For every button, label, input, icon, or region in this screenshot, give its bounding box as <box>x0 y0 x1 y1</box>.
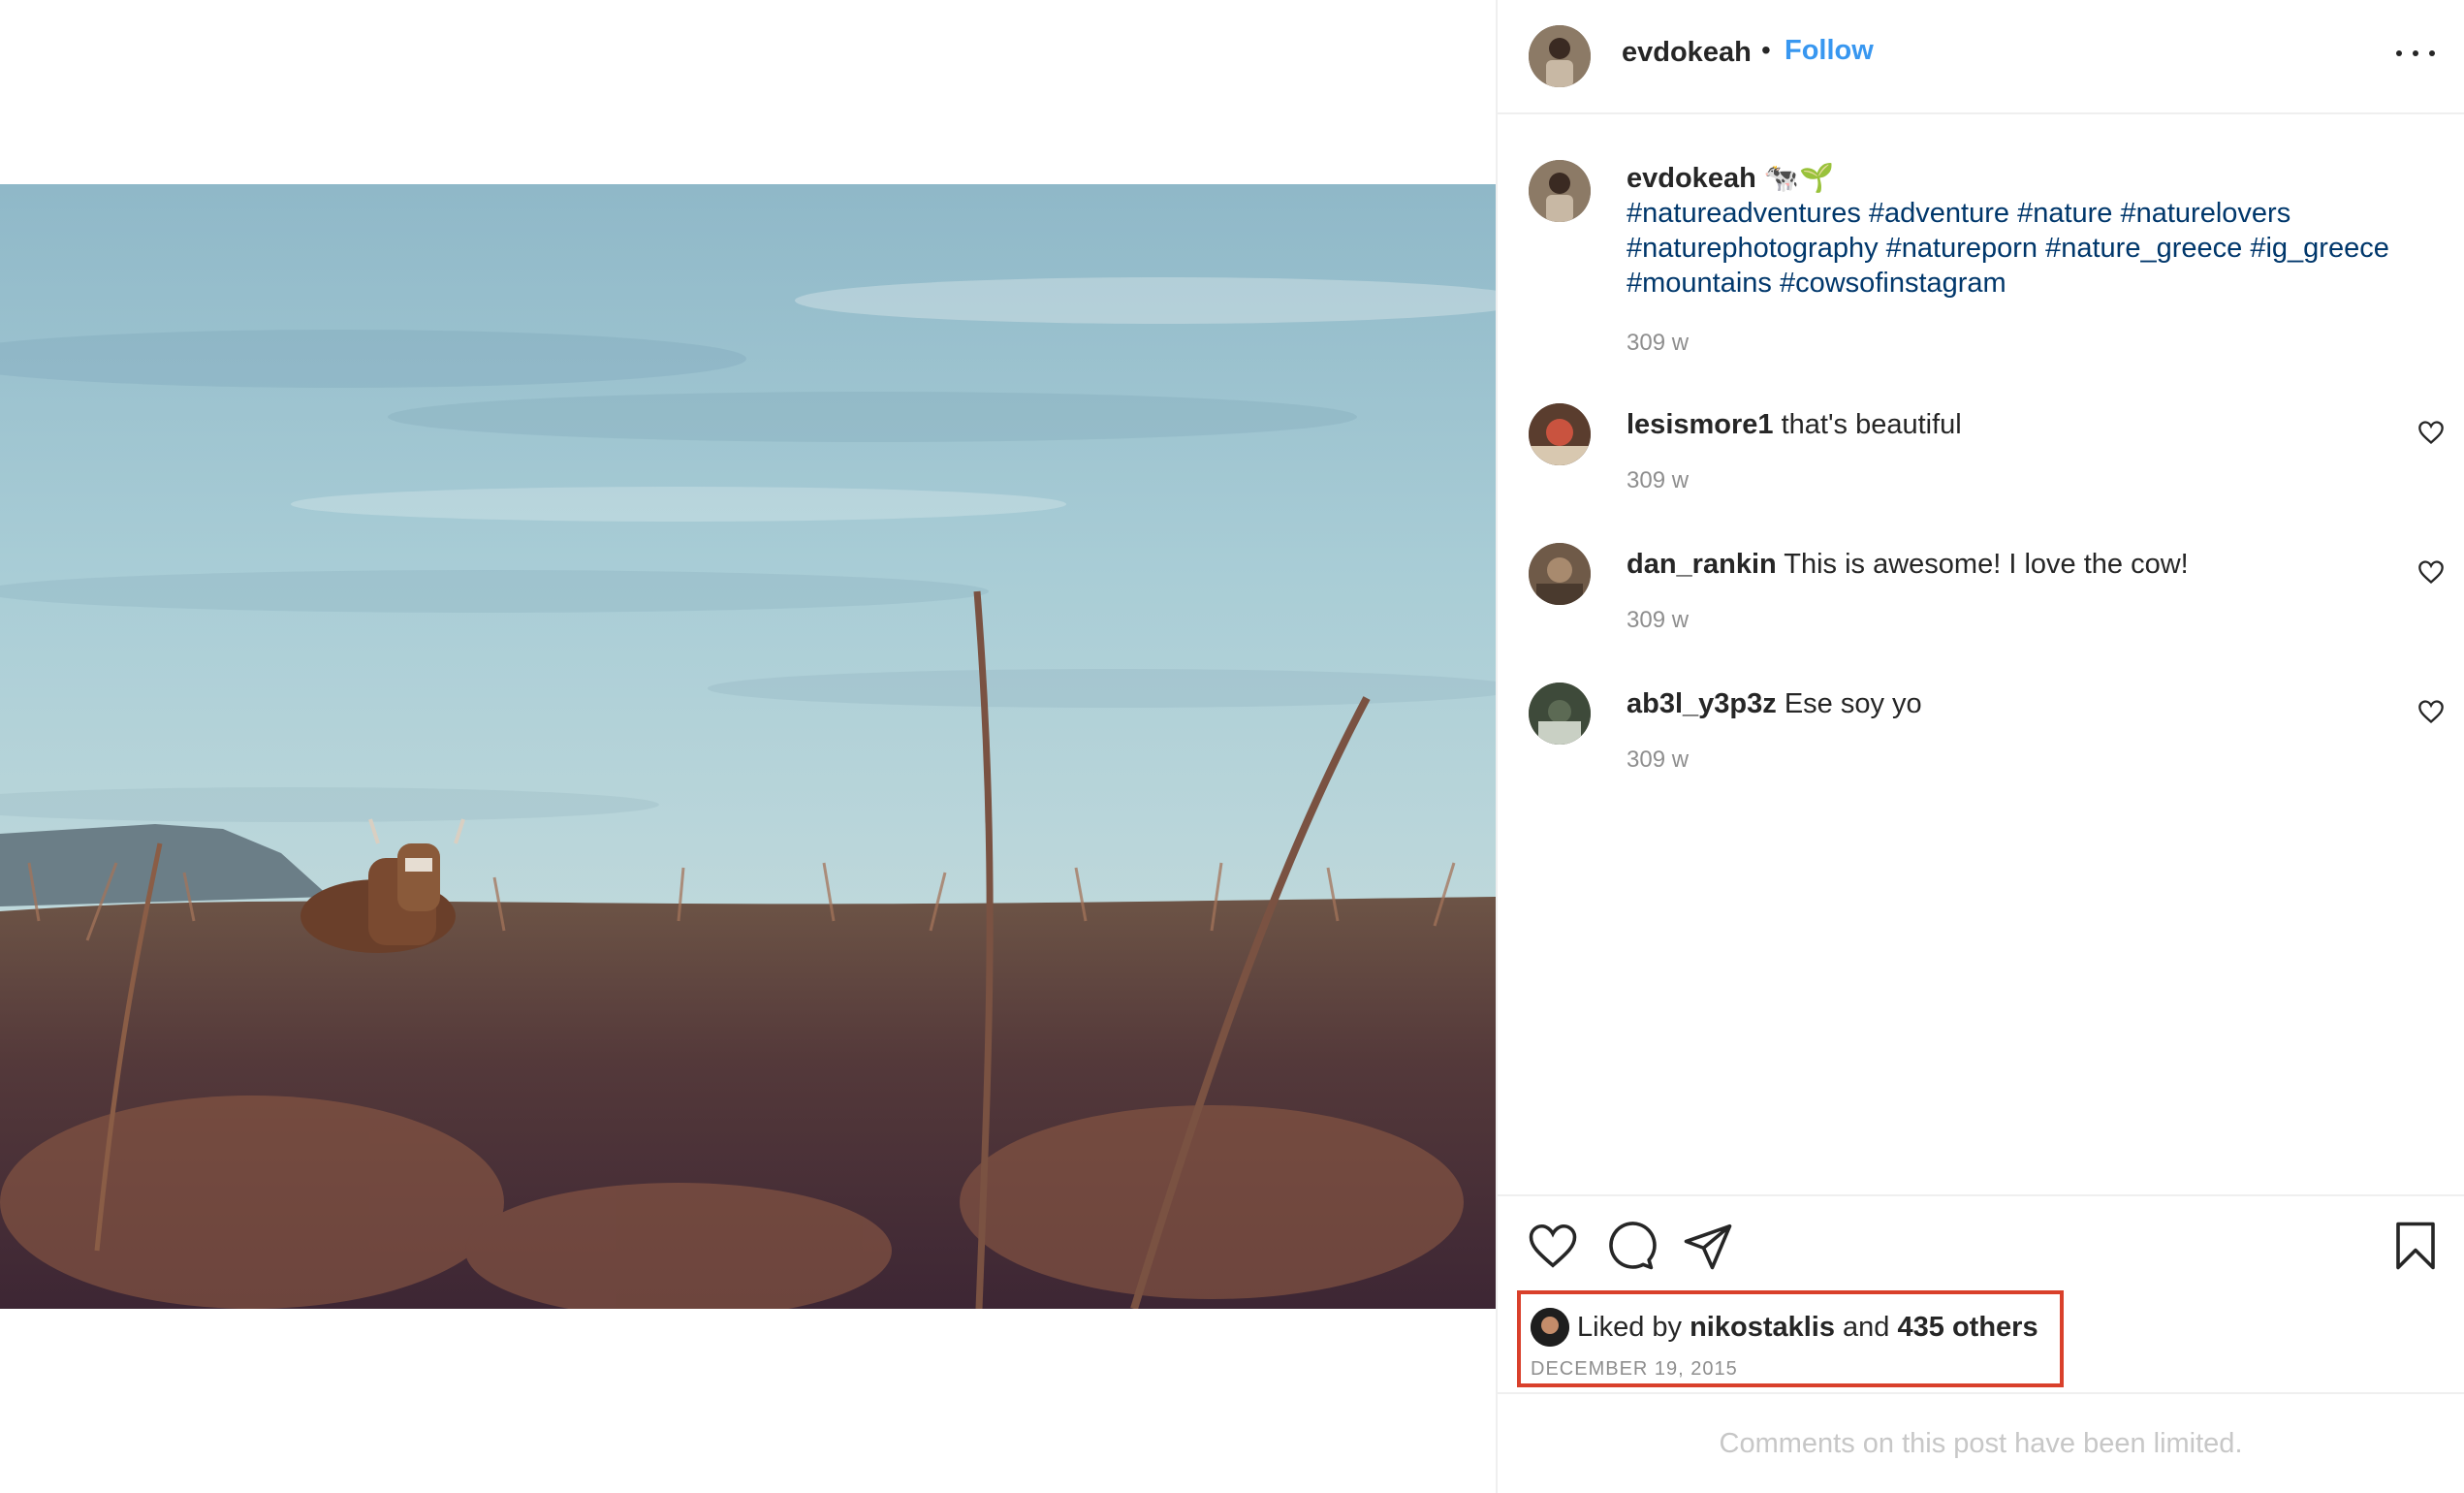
comment-avatar[interactable] <box>1529 683 1591 745</box>
author-username[interactable]: evdokeah <box>1622 37 1752 69</box>
comment-like-icon[interactable] <box>2417 698 2445 725</box>
likes-summary[interactable]: Liked by nikostaklis and 435 others <box>1531 1308 2038 1347</box>
comment-username[interactable]: ab3l_y3p3z <box>1627 688 1777 719</box>
caption-time[interactable]: 309 w <box>1627 330 1689 357</box>
comment-body: that's beautiful <box>1781 409 1962 440</box>
post-date[interactable]: DECEMBER 19, 2015 <box>1531 1358 1738 1381</box>
caption-username[interactable]: evdokeah <box>1627 163 1756 194</box>
comment-item: ab3l_y3p3z Ese soy yo 309 w <box>1498 683 2464 799</box>
post-page: evdokeah • Follow evdokeah 🐄🌱 #natureadv… <box>0 0 2464 1493</box>
post-photo[interactable] <box>0 184 1496 1309</box>
comments-limited-notice: Comments on this post have been limited. <box>1498 1392 2464 1493</box>
comment-username[interactable]: lesismore1 <box>1627 409 1774 440</box>
comment-avatar[interactable] <box>1529 403 1591 465</box>
comment-time[interactable]: 309 w <box>1627 607 1689 634</box>
comment-item: dan_rankin This is awesome! I love the c… <box>1498 543 2464 659</box>
likes-prefix: Liked by <box>1577 1311 1683 1343</box>
comment-text: ab3l_y3p3z Ese soy yo <box>1627 686 1922 721</box>
comment-time[interactable]: 309 w <box>1627 746 1689 774</box>
comment-text: lesismore1 that's beautiful <box>1627 407 1962 442</box>
comment-body: This is awesome! I love the cow! <box>1784 549 2189 580</box>
post-sidebar: evdokeah • Follow evdokeah 🐄🌱 #natureadv… <box>1496 0 2464 1493</box>
comment-time[interactable]: 309 w <box>1627 467 1689 494</box>
liker-username[interactable]: nikostaklis <box>1690 1312 1835 1344</box>
bookmark-icon[interactable] <box>2389 1220 2442 1272</box>
landscape-image <box>0 184 1496 1309</box>
media-column <box>0 0 1496 1493</box>
likes-middle: and <box>1843 1311 1890 1343</box>
comment-username[interactable]: dan_rankin <box>1627 549 1777 580</box>
comment-like-icon[interactable] <box>2417 558 2445 586</box>
caption-avatar[interactable] <box>1529 160 1591 222</box>
comment-bubble-icon[interactable] <box>1604 1220 1657 1272</box>
more-options-icon[interactable] <box>2396 39 2435 68</box>
likes-others[interactable]: 435 others <box>1898 1312 2038 1344</box>
comment-text: dan_rankin This is awesome! I love the c… <box>1627 547 2189 582</box>
hashtags-line-1[interactable]: #natureadventures #adventure #nature #na… <box>1627 196 2421 231</box>
paper-plane-icon[interactable] <box>1682 1220 1734 1272</box>
caption-emoji: 🐄🌱 <box>1763 163 1835 194</box>
comment-like-icon[interactable] <box>2417 419 2445 446</box>
hashtags-line-3[interactable]: #mountains #cowsofinstagram <box>1627 266 2421 301</box>
likes-highlight-box: Liked by nikostaklis and 435 others DECE… <box>1517 1290 2064 1387</box>
follow-button[interactable]: Follow <box>1785 35 1874 67</box>
hashtags-line-2[interactable]: #naturephotography #natureporn #nature_g… <box>1627 231 2421 266</box>
author-avatar[interactable] <box>1529 25 1591 87</box>
comment-body: Ese soy yo <box>1784 688 1922 719</box>
comment-item: lesismore1 that's beautiful 309 w <box>1498 403 2464 520</box>
post-header: evdokeah • Follow <box>1498 0 2464 114</box>
liker-avatar[interactable] <box>1531 1308 1569 1347</box>
action-bar: Liked by nikostaklis and 435 others DECE… <box>1498 1194 2464 1388</box>
comment-avatar[interactable] <box>1529 543 1591 605</box>
heart-icon[interactable] <box>1527 1220 1579 1272</box>
caption-text: evdokeah 🐄🌱 #natureadventures #adventure… <box>1627 161 2421 301</box>
separator-dot: • <box>1761 35 1771 65</box>
